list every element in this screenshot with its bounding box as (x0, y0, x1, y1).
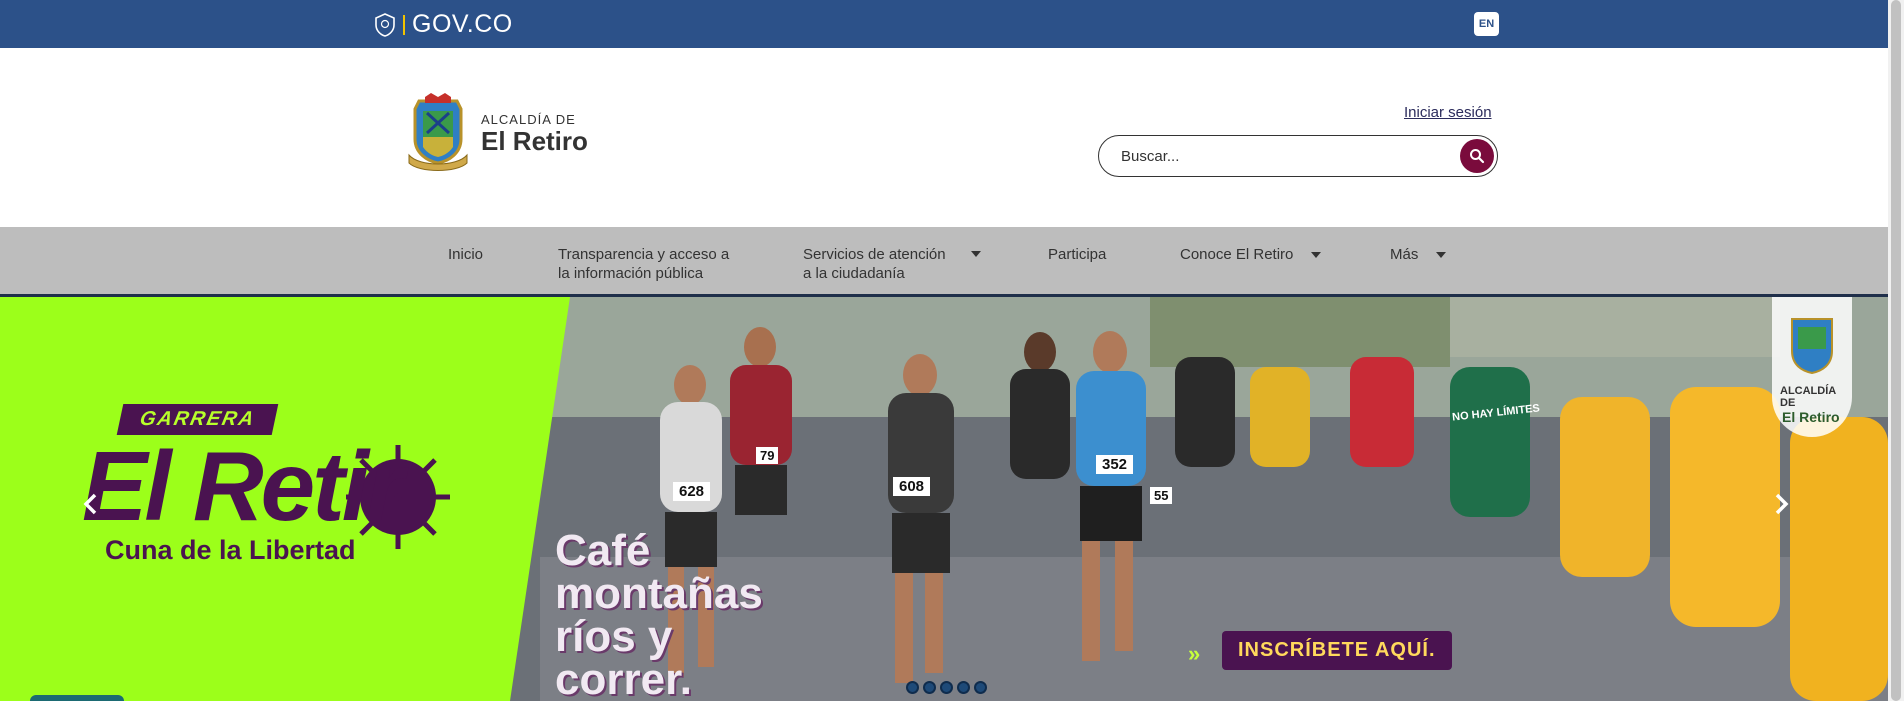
search-input[interactable] (1119, 146, 1449, 166)
site-header: ALCALDÍA DE El Retiro Iniciar sesión (0, 48, 1888, 227)
brand-line-1: ALCALDÍA DE (481, 111, 576, 127)
carousel-dot[interactable] (906, 681, 919, 694)
login-link[interactable]: Iniciar sesión (1404, 104, 1492, 121)
hero-carousel: GARRERA El Retir Cuna de la Libertad Caf… (0, 297, 1888, 701)
nav-item-label: Transparencia y acceso a (558, 246, 730, 263)
hero-slogan-line: correr. (555, 655, 692, 701)
badge-line-2: El Retiro (1782, 409, 1840, 425)
nav-item-label: Más (1390, 246, 1419, 263)
search-box (1098, 135, 1498, 177)
carousel-indicators (906, 681, 987, 694)
hero-slogan-line: ríos y (555, 612, 673, 661)
municipal-crest-icon (408, 93, 468, 171)
caret-down-icon (1436, 252, 1447, 259)
nav-item-mas[interactable]: Más (1390, 245, 1447, 264)
chevron-left-icon (83, 493, 97, 515)
chevron-right-icon (1775, 493, 1789, 515)
hero-badge-logo: ALCALDÍA DE El Retiro (1772, 297, 1852, 437)
colombia-shield-icon (375, 12, 395, 37)
nav-item-label: Participa (1048, 246, 1107, 263)
hero-title: El Retir (82, 431, 404, 541)
hero-subtitle: Cuna de la Libertad (105, 535, 356, 565)
runner-bib: 79 (756, 447, 779, 464)
municipal-crest-icon (1791, 318, 1833, 375)
carousel-dot[interactable] (923, 681, 936, 694)
hero-slogan-line: Café (555, 526, 651, 575)
page-scrollbar[interactable] (1888, 0, 1904, 701)
nav-item-label: Servicios de atención (803, 246, 946, 263)
gov-co-logo[interactable]: GOV.CO (374, 10, 513, 39)
runner-bib: 628 (673, 482, 711, 501)
gov-top-bar: GOV.CO EN (0, 0, 1888, 48)
scrollbar-thumb[interactable] (1891, 0, 1901, 701)
gov-co-text: GOV.CO (412, 10, 513, 38)
nav-item-conoce[interactable]: Conoce El Retiro (1180, 245, 1322, 264)
municipality-brand[interactable]: ALCALDÍA DE El Retiro (405, 93, 588, 173)
gov-logo-separator (403, 14, 405, 35)
caret-down-icon (971, 251, 981, 257)
nav-item-servicios[interactable]: Servicios de atención a la ciudadanía (803, 245, 993, 283)
nav-item-label: Inicio (448, 246, 484, 263)
hero-slogan-line: montañas (555, 569, 763, 618)
runner-bib: 608 (893, 477, 931, 496)
nav-item-transparencia[interactable]: Transparencia y acceso a la información … (558, 245, 729, 283)
register-cta-button[interactable]: INSCRÍBETE AQUÍ. (1222, 631, 1452, 670)
search-button[interactable] (1460, 139, 1494, 173)
main-navigation: Inicio Transparencia y acceso a la infor… (0, 227, 1888, 297)
carousel-next-button[interactable] (1774, 492, 1804, 522)
carousel-dot[interactable] (957, 681, 970, 694)
carousel-dot[interactable] (974, 681, 987, 694)
caret-down-icon (1311, 252, 1322, 259)
cta-arrows-icon: » (1188, 641, 1201, 666)
accessibility-tab[interactable] (30, 695, 124, 701)
badge-line-1: ALCALDÍA DE (1780, 385, 1836, 409)
runner-bib: 352 (1096, 455, 1134, 474)
brand-line-2: El Retiro (481, 125, 588, 156)
nav-item-inicio[interactable]: Inicio (448, 245, 483, 264)
nav-item-label: Conoce El Retiro (1180, 246, 1294, 263)
carousel-prev-button[interactable] (82, 492, 112, 522)
nav-item-participa[interactable]: Participa (1048, 245, 1106, 264)
runner-bib: 55 (1150, 487, 1173, 504)
nav-item-label: la información pública (558, 265, 704, 282)
carousel-dot[interactable] (940, 681, 953, 694)
language-toggle-button[interactable]: EN (1474, 12, 1499, 36)
nav-item-label: a la ciudadanía (803, 265, 905, 282)
search-icon (1470, 149, 1485, 164)
